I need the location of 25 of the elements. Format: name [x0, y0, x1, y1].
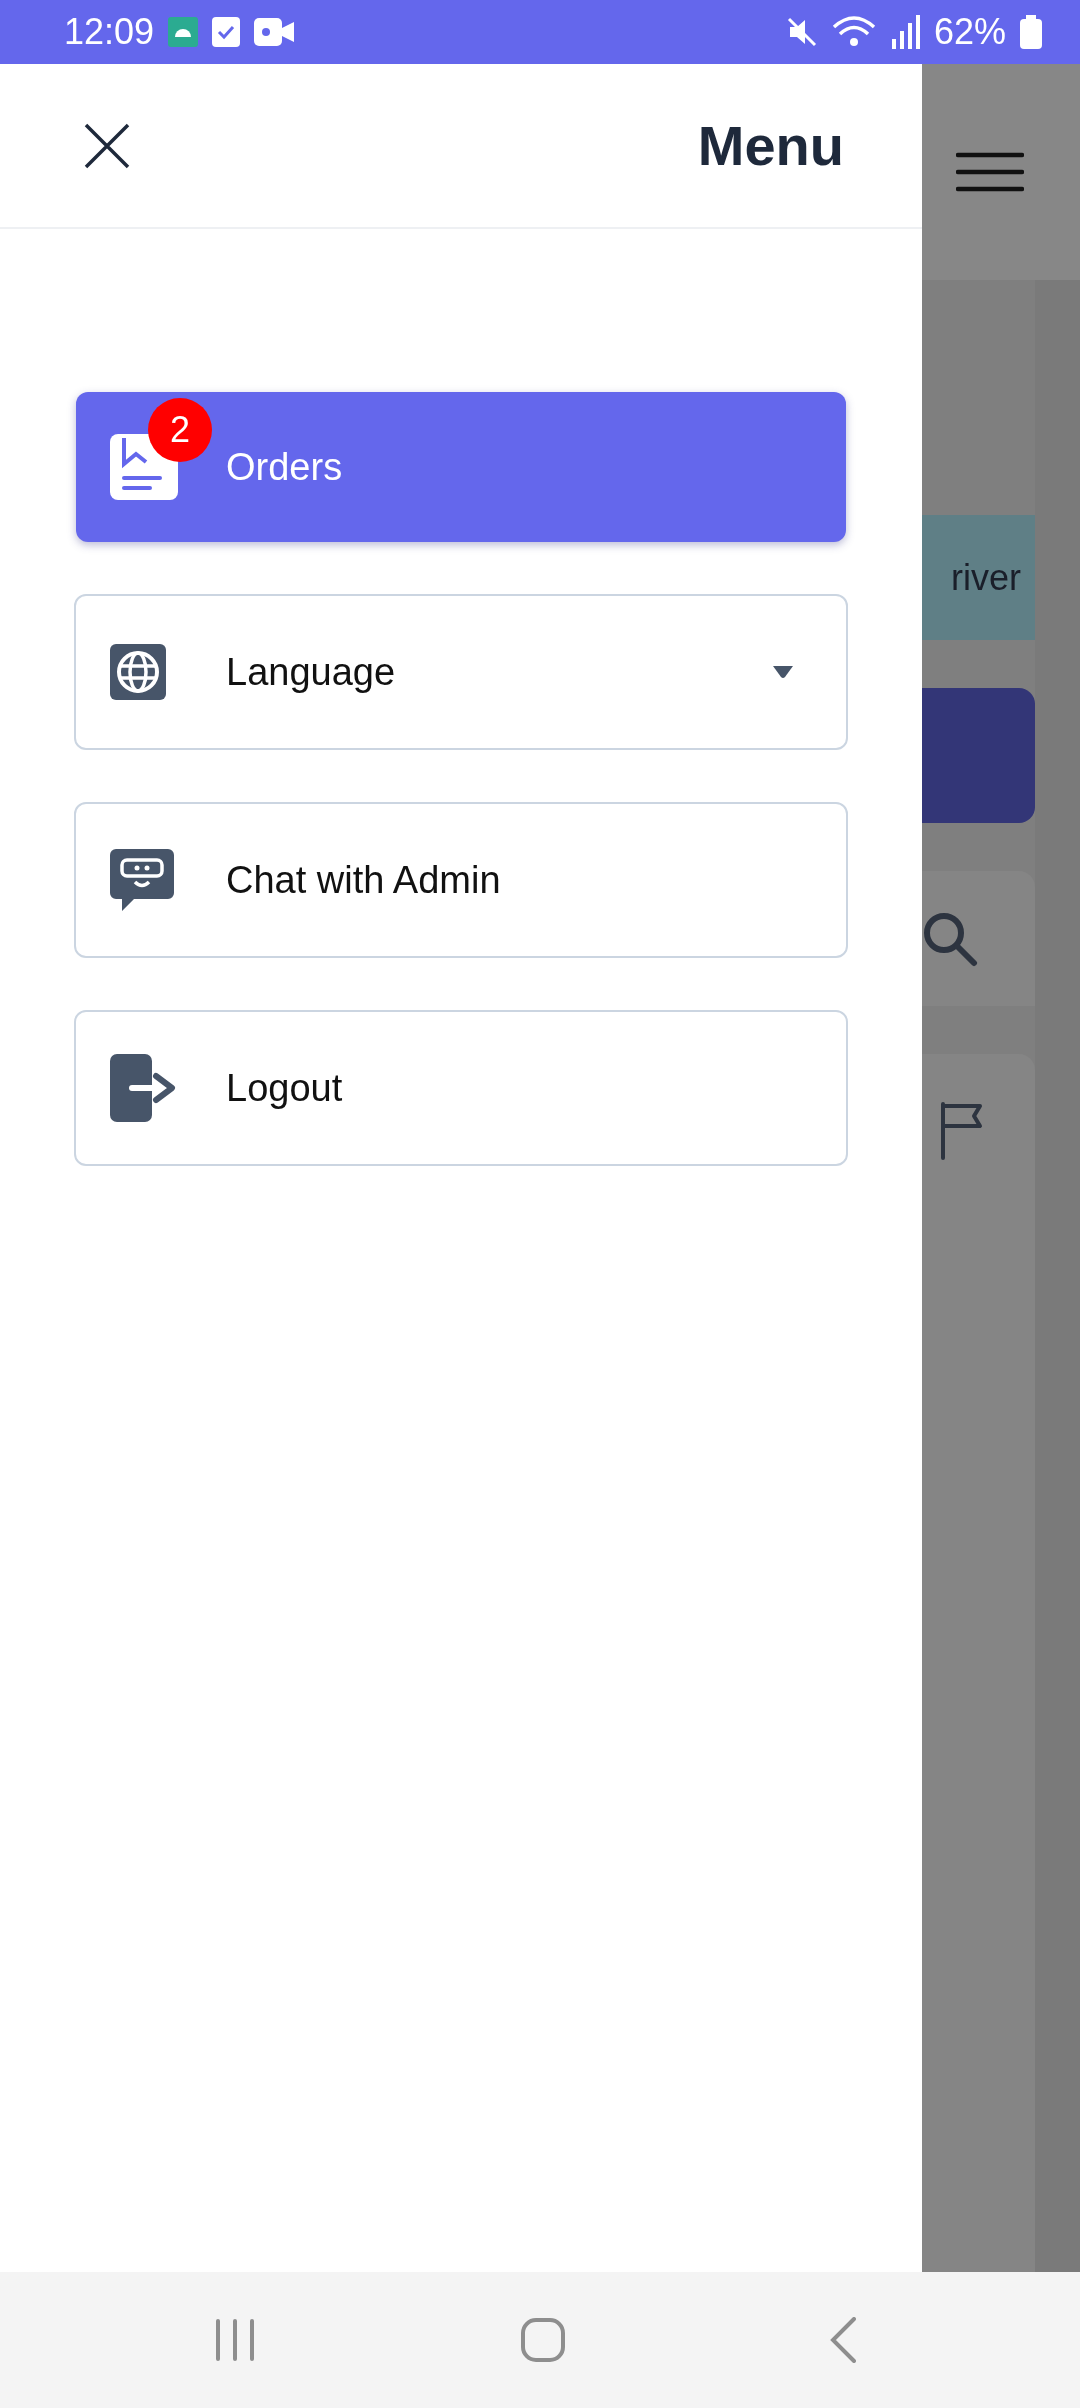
- home-button[interactable]: [521, 2318, 565, 2362]
- menu-item[interactable]: Chat with Admin: [74, 802, 848, 958]
- battery-icon: [1020, 15, 1042, 49]
- count-badge: 2: [148, 398, 212, 462]
- back-button[interactable]: [830, 2317, 856, 2363]
- menu-title: Menu: [697, 113, 844, 178]
- globe-icon: [110, 644, 166, 700]
- battery-percent: 62%: [933, 11, 1006, 53]
- video-camera-icon: [254, 18, 295, 46]
- logout-icon: [110, 1054, 178, 1122]
- mute-icon: [785, 16, 818, 48]
- status-time: 12:09: [64, 11, 155, 53]
- search-icon: [922, 910, 978, 967]
- chat-bot-icon: [110, 849, 174, 911]
- wifi-icon: [831, 15, 876, 49]
- banner-text: river: [951, 556, 1021, 599]
- signal-icon: [889, 15, 920, 49]
- close-button[interactable]: [84, 122, 130, 169]
- menu-item[interactable]: Logout: [74, 1010, 848, 1166]
- recent-apps-button[interactable]: [214, 2319, 256, 2361]
- menu-icon: [956, 152, 1024, 192]
- menu-item[interactable]: Language: [74, 594, 848, 750]
- checkbox-icon: [212, 17, 241, 47]
- flag-icon: [940, 1102, 984, 1160]
- menu-item[interactable]: 2 Orders: [76, 392, 846, 542]
